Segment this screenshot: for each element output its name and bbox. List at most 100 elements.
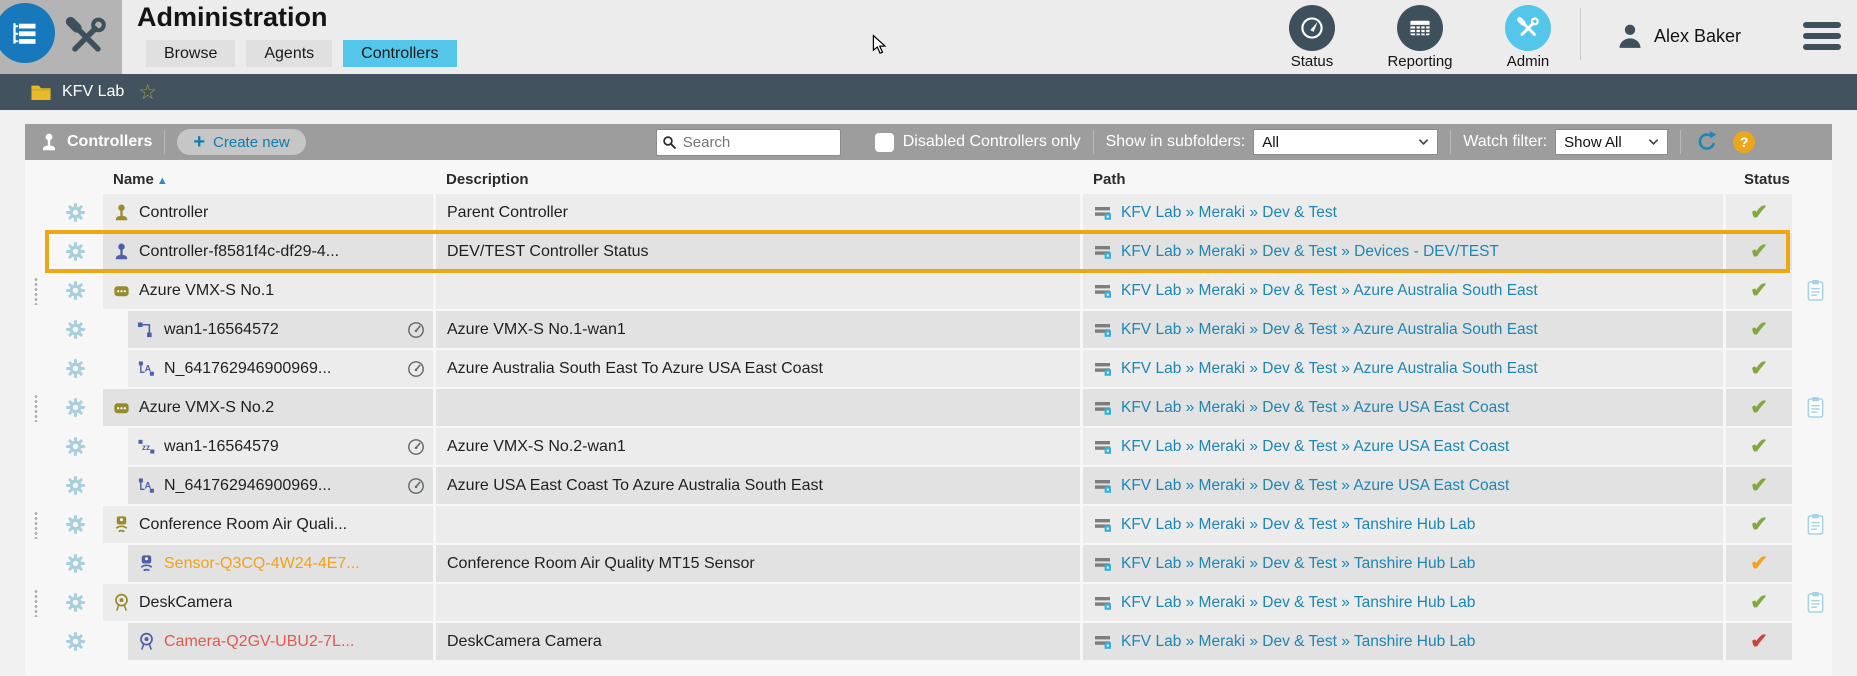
- column-header-status[interactable]: Status: [1726, 171, 1792, 188]
- row-path-link[interactable]: KFV Lab » Meraki » Dev & Test: [1121, 204, 1337, 222]
- table-row[interactable]: Controller Parent Controller KFV Lab » M…: [25, 194, 1832, 231]
- row-name[interactable]: Sensor-Q3CQ-4W24-4E7...: [164, 555, 360, 573]
- row-name[interactable]: DeskCamera: [139, 594, 232, 612]
- tab-browse[interactable]: Browse: [146, 40, 236, 67]
- row-name[interactable]: Azure VMX-S No.2: [139, 399, 274, 417]
- row-type-icon: [137, 320, 156, 339]
- row-path-link[interactable]: KFV Lab » Meraki » Dev & Test » Tanshire…: [1121, 555, 1475, 573]
- disabled-filter-group: Disabled Controllers only: [874, 132, 1081, 152]
- drag-handle-icon[interactable]: [34, 588, 38, 617]
- gear-icon[interactable]: [65, 358, 86, 379]
- favorite-star-icon[interactable]: ☆: [138, 82, 157, 103]
- column-header-path[interactable]: Path: [1083, 171, 1723, 188]
- clipboard-icon[interactable]: [1806, 513, 1825, 536]
- remote-agent-icon: [1095, 479, 1113, 493]
- help-icon[interactable]: ?: [1733, 131, 1756, 153]
- gear-cell: [50, 545, 100, 582]
- gear-icon[interactable]: [65, 397, 86, 418]
- row-name[interactable]: N_641762946900969...: [164, 477, 331, 495]
- column-header-name[interactable]: Name ▲: [103, 171, 433, 188]
- clipboard-icon[interactable]: [1806, 279, 1825, 302]
- table-row[interactable]: Camera-Q2GV-UBU2-7L... DeskCamera Camera…: [25, 623, 1832, 660]
- search-icon: [662, 135, 677, 150]
- row-path-link[interactable]: KFV Lab » Meraki » Dev & Test » Azure Au…: [1121, 360, 1538, 378]
- row-description: Parent Controller: [436, 194, 1080, 231]
- row-path-link[interactable]: KFV Lab » Meraki » Dev & Test » Tanshire…: [1121, 633, 1475, 651]
- row-name[interactable]: Controller: [139, 204, 208, 222]
- gear-cell: [50, 194, 100, 231]
- toolbar: Controllers + Create new Disabled Contro…: [25, 124, 1832, 160]
- gear-icon[interactable]: [65, 280, 86, 301]
- tab-agents[interactable]: Agents: [246, 40, 333, 67]
- app-logo[interactable]: [0, 3, 55, 63]
- table-row[interactable]: DeskCamera KFV Lab » Meraki » Dev & Test…: [25, 584, 1832, 621]
- name-cell: Azure VMX-S No.2: [103, 389, 433, 426]
- handle-cell: [25, 428, 47, 465]
- gear-icon[interactable]: [65, 319, 86, 340]
- subfolders-value: All: [1262, 133, 1279, 151]
- row-name[interactable]: wan1-16564572: [164, 321, 279, 339]
- drag-handle-icon[interactable]: [34, 393, 38, 422]
- column-header-description[interactable]: Description: [436, 171, 1080, 188]
- table-row[interactable]: wan1-16564579 Azure VMX-S No.2-wan1 KFV …: [25, 428, 1832, 465]
- breadcrumb: KFV Lab ☆: [0, 74, 1857, 110]
- nav-reporting[interactable]: Reporting: [1385, 5, 1455, 70]
- table-row[interactable]: Azure VMX-S No.1 KFV Lab » Meraki » Dev …: [25, 272, 1832, 309]
- row-path-link[interactable]: KFV Lab » Meraki » Dev & Test » Tanshire…: [1121, 516, 1475, 534]
- drag-handle-icon[interactable]: [34, 510, 38, 539]
- status-check-icon: ✔: [1750, 552, 1768, 575]
- table-row[interactable]: Controller-f8581f4c-df29-4... DEV/TEST C…: [25, 230, 1835, 273]
- gear-icon[interactable]: [65, 553, 86, 574]
- table-row[interactable]: N_641762946900969... Azure USA East Coas…: [25, 467, 1832, 504]
- gear-icon[interactable]: [65, 514, 86, 535]
- watch-filter-select[interactable]: Show All: [1555, 129, 1669, 155]
- row-path-link[interactable]: KFV Lab » Meraki » Dev & Test » Devices …: [1121, 243, 1499, 261]
- row-name[interactable]: Controller-f8581f4c-df29-4...: [139, 243, 339, 261]
- table-row[interactable]: Azure VMX-S No.2 KFV Lab » Meraki » Dev …: [25, 389, 1832, 426]
- row-path-link[interactable]: KFV Lab » Meraki » Dev & Test » Azure US…: [1121, 438, 1509, 456]
- hamburger-menu-icon[interactable]: [1803, 22, 1841, 50]
- drag-handle-icon[interactable]: [34, 276, 38, 305]
- gear-icon[interactable]: [65, 241, 86, 262]
- table-row[interactable]: Sensor-Q3CQ-4W24-4E7... Conference Room …: [25, 545, 1832, 582]
- row-name[interactable]: Camera-Q2GV-UBU2-7L...: [164, 633, 354, 651]
- status-check-icon: ✔: [1750, 318, 1768, 341]
- name-cell: wan1-16564579: [103, 428, 433, 465]
- row-name[interactable]: Azure VMX-S No.1: [139, 282, 274, 300]
- row-path-link[interactable]: KFV Lab » Meraki » Dev & Test » Azure US…: [1121, 477, 1509, 495]
- row-name[interactable]: Conference Room Air Quali...: [139, 516, 347, 534]
- create-new-button[interactable]: + Create new: [177, 129, 306, 155]
- clipboard-icon[interactable]: [1806, 591, 1825, 614]
- table-row[interactable]: wan1-16564572 Azure VMX-S No.1-wan1 KFV …: [25, 311, 1832, 348]
- user-menu[interactable]: Alex Baker: [1616, 22, 1741, 50]
- refresh-icon[interactable]: [1695, 130, 1719, 154]
- gear-icon[interactable]: [65, 631, 86, 652]
- handle-cell: [25, 272, 47, 309]
- clipboard-icon[interactable]: [1806, 396, 1825, 419]
- table-row[interactable]: Conference Room Air Quali... KFV Lab » M…: [25, 506, 1832, 543]
- status-check-icon: ✔: [1750, 201, 1768, 224]
- clipboard-cell: [1795, 233, 1835, 270]
- tab-controllers[interactable]: Controllers: [343, 40, 457, 67]
- row-name[interactable]: wan1-16564579: [164, 438, 279, 456]
- breadcrumb-label[interactable]: KFV Lab: [62, 83, 124, 101]
- nav-admin[interactable]: Admin: [1493, 5, 1563, 70]
- table-row[interactable]: N_641762946900969... Azure Australia Sou…: [25, 350, 1832, 387]
- gear-cell: [50, 506, 100, 543]
- sort-ascending-icon: ▲: [156, 175, 168, 187]
- table-body: Controller Parent Controller KFV Lab » M…: [25, 194, 1832, 660]
- row-path-link[interactable]: KFV Lab » Meraki » Dev & Test » Azure Au…: [1121, 321, 1538, 339]
- gear-icon[interactable]: [65, 202, 86, 223]
- row-path-link[interactable]: KFV Lab » Meraki » Dev & Test » Azure Au…: [1121, 282, 1538, 300]
- disabled-controllers-checkbox[interactable]: [874, 132, 894, 152]
- search-input[interactable]: [655, 128, 841, 156]
- row-name[interactable]: N_641762946900969...: [164, 360, 331, 378]
- row-path-link[interactable]: KFV Lab » Meraki » Dev & Test » Azure US…: [1121, 399, 1509, 417]
- subfolders-select[interactable]: All: [1253, 129, 1439, 155]
- row-description: Azure USA East Coast To Azure Australia …: [436, 467, 1080, 504]
- nav-status[interactable]: Status: [1277, 5, 1347, 70]
- gear-icon[interactable]: [65, 475, 86, 496]
- row-path-link[interactable]: KFV Lab » Meraki » Dev & Test » Tanshire…: [1121, 594, 1475, 612]
- gear-icon[interactable]: [65, 592, 86, 613]
- gear-icon[interactable]: [65, 436, 86, 457]
